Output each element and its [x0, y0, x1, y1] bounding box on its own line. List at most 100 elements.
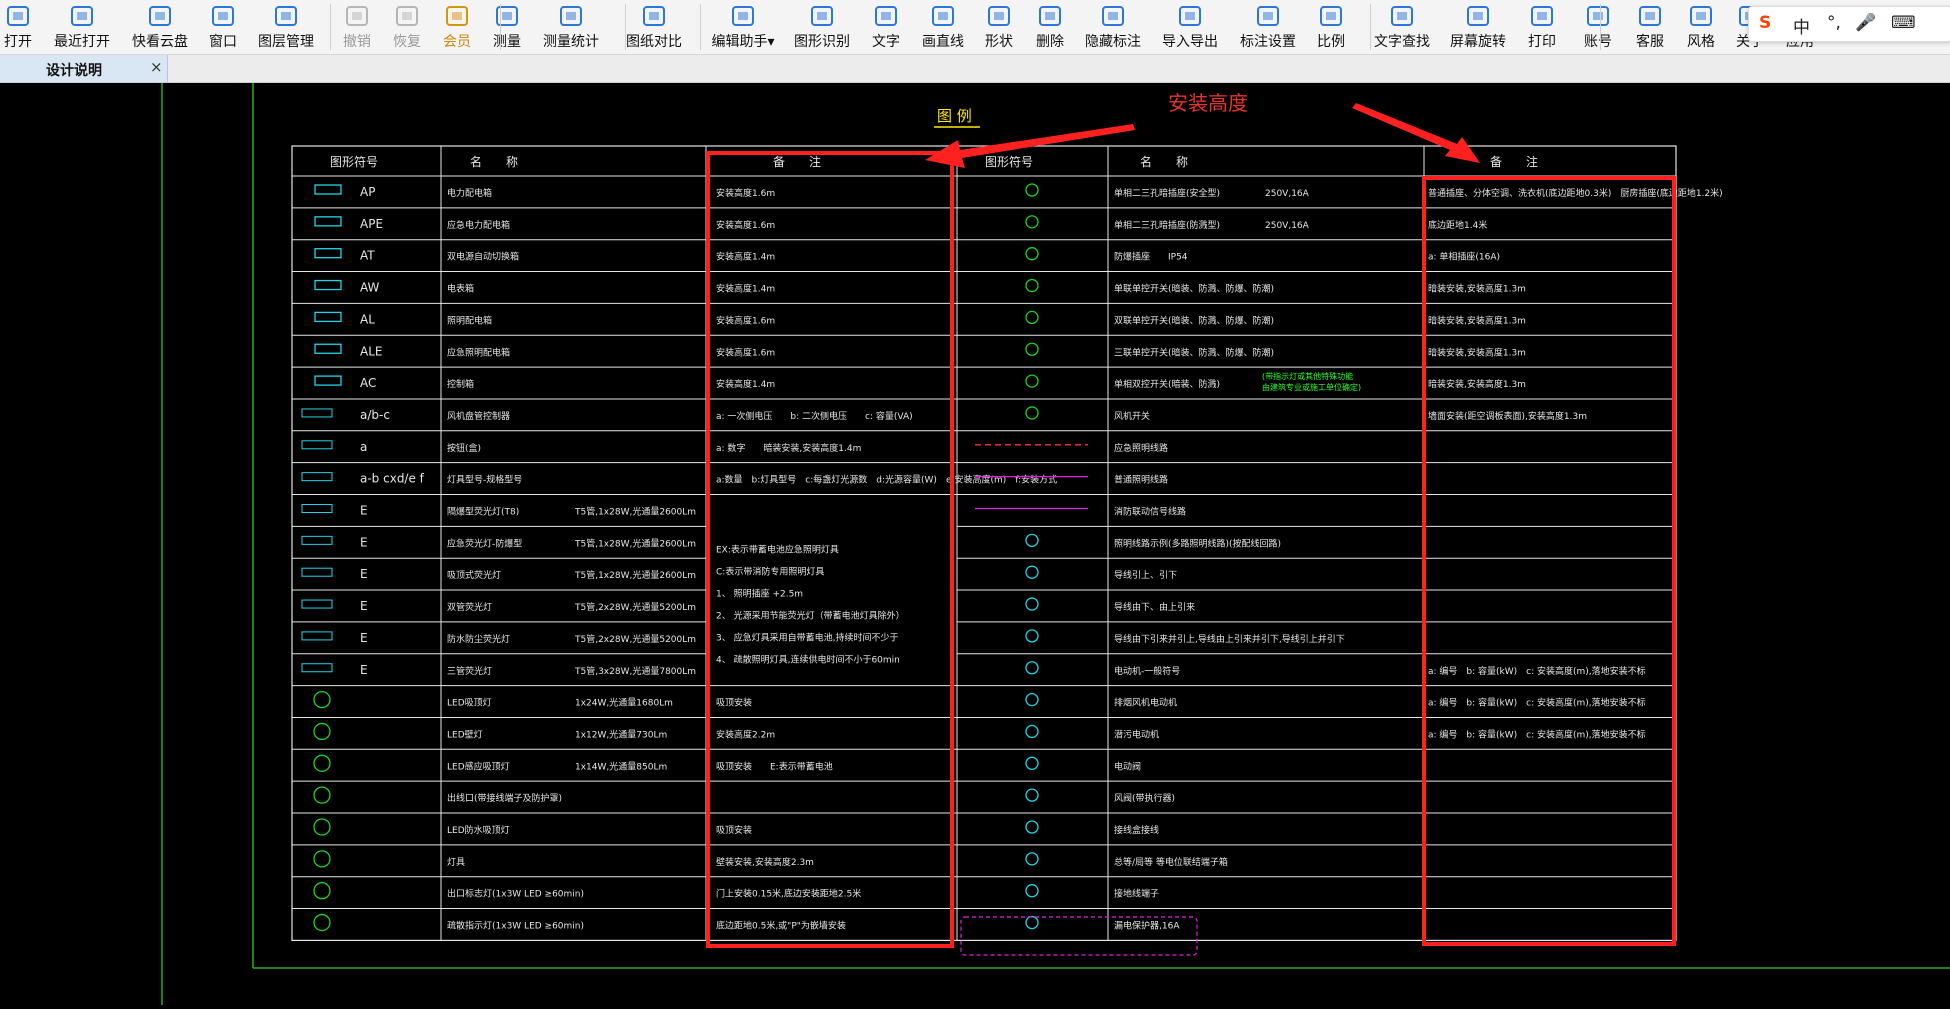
legend-note: 安装高度2.2m: [716, 728, 775, 740]
legend-note-block: 1、 照明插座 +2.5m: [716, 587, 803, 599]
legend-spec: T5管,1x28W,光通量2600Lm: [574, 506, 696, 518]
toolbar-label: 风格: [1687, 34, 1715, 50]
legend-note: a: 编号 b: 容量(kW) c: 安装高度(m),落地安装不标: [1428, 665, 1646, 677]
history-icon: [67, 3, 97, 29]
symbol-code: a/b-c: [360, 408, 390, 422]
symbol-device: [1025, 661, 1039, 675]
toolbar-label: 打开: [4, 34, 32, 50]
ime-toolbar[interactable]: S 中 °, 🎤 ⌨: [1748, 6, 1950, 42]
main-toolbar: 打开 最近打开 快看云盘 窗口 图层管理 撤销 恢复 会员 测量 测量统计 图纸对比 编辑助手▾ 图形识…: [0, 0, 1950, 55]
toolbar-history-button[interactable]: 最近打开: [47, 0, 117, 54]
legend-name: 双联单控开关(暗装、防溅、防爆、防潮): [1114, 314, 1274, 326]
legend-name: 导线由下引来并引上,导线由上引来并引下,导线引上并引下: [1114, 633, 1345, 645]
ime-item[interactable]: ⌨: [1891, 13, 1916, 33]
legend-note: 安装高度1.6m: [716, 219, 775, 231]
undo-icon: [342, 3, 372, 29]
legend-note: 安装高度1.6m: [716, 187, 775, 199]
ruler-icon: [492, 3, 522, 29]
toolbar-ruler-button[interactable]: 测量: [472, 0, 542, 54]
table-header: 图形符号: [985, 154, 1033, 169]
printer-icon: [1527, 3, 1557, 29]
green-note: 由建筑专业或施工单位确定): [1262, 382, 1361, 392]
toolbar-compare-button[interactable]: 图纸对比: [619, 0, 689, 54]
toolbar-eraser-button[interactable]: 删除: [1015, 0, 1085, 54]
text-search-icon: [1387, 3, 1417, 29]
legend-name: 隔爆型荧光灯(T8): [447, 506, 519, 518]
toolbar-label: 图形识别: [794, 34, 850, 50]
measure-stats-icon: [556, 3, 586, 29]
tab-label: 设计说明: [46, 63, 102, 79]
ime-item[interactable]: S: [1759, 13, 1771, 33]
toolbar-label: 账号: [1584, 34, 1612, 50]
legend-name: 接线盒接线: [1114, 824, 1159, 836]
legend-name: 灯具型号-规格型号: [447, 474, 522, 486]
legend-name: 电动机-一般符号: [1114, 665, 1180, 677]
legend-name: LED感应吸顶灯: [447, 760, 510, 772]
legend-name: LED防水吸顶灯: [447, 824, 510, 836]
toolbar-text-search-button[interactable]: 文字查找: [1367, 0, 1437, 54]
drawing-canvas[interactable]: 图 例图形符号名 称备 注图形符号名 称备 注 AP 电力配电箱 安装高度1.6m AP…: [0, 83, 1950, 1005]
symbol-lamp: [313, 818, 331, 836]
toolbar-annotation-settings-button[interactable]: 标注设置: [1233, 0, 1303, 54]
ime-item[interactable]: °,: [1827, 13, 1841, 33]
symbol-box: [301, 599, 333, 609]
cloud-icon: [145, 3, 175, 29]
symbol-device: [1025, 597, 1039, 611]
folder-open-icon: [3, 3, 33, 29]
toolbar-shape-recognize-button[interactable]: 图形识别: [787, 0, 857, 54]
document-tab-bar: 设计说明 ×: [0, 55, 1950, 83]
legend-name: 三管荧光灯: [447, 665, 492, 677]
toolbar-scale-button[interactable]: 比例: [1296, 0, 1366, 54]
legend-name: 潜污电动机: [1114, 728, 1159, 740]
symbol-device: [1025, 692, 1039, 707]
symbol-device: [1025, 183, 1039, 197]
legend-note: 安装高度1.6m: [716, 314, 775, 326]
legend-note-block: 2、 光源采用节能荧光灯（带蓄电池灯具除外）: [716, 609, 905, 621]
ime-item[interactable]: 中: [1793, 13, 1810, 38]
symbol-code: AT: [360, 249, 375, 263]
tab-design-notes[interactable]: 设计说明 ×: [0, 55, 168, 82]
rotate-screen-icon: [1463, 3, 1493, 29]
toolbar-layers-button[interactable]: 图层管理: [251, 0, 321, 54]
toolbar-cloud-button[interactable]: 快看云盘: [125, 0, 195, 54]
legend-name: 出线口(带接线端子及防护罩): [447, 792, 562, 804]
legend-name: 单相双控开关(暗装、防溅): [1114, 378, 1220, 390]
shape-icon: [984, 3, 1014, 29]
toolbar-separator: [1370, 4, 1371, 50]
symbol-code: E: [360, 504, 368, 518]
legend-name: 按钮(盒): [447, 442, 481, 454]
symbol-device: [1025, 406, 1039, 420]
symbol-box: [301, 472, 333, 482]
toolbar-import-export-button[interactable]: 导入导出: [1155, 0, 1225, 54]
symbol-code: AC: [360, 376, 376, 390]
symbol-box: [314, 375, 342, 386]
toolbar-window-button[interactable]: 窗口: [188, 0, 258, 54]
toolbar-measure-stats-button[interactable]: 测量统计: [536, 0, 606, 54]
ime-item[interactable]: 🎤: [1855, 13, 1876, 33]
symbol-device: [1025, 247, 1039, 261]
legend-name: 吸顶式荧光灯: [447, 569, 501, 581]
arrow-right-icon: [1352, 103, 1480, 163]
legend-note-block: C:表示带消防专用照明灯具: [716, 565, 824, 577]
symbol-box: [314, 248, 342, 259]
toolbar-folder-open-button[interactable]: 打开: [0, 0, 53, 54]
legend-note: 壁装安装,安装高度2.3m: [716, 856, 814, 868]
legend-name: 风机开关: [1114, 410, 1150, 422]
legend-note: 安装高度1.6m: [716, 346, 775, 358]
close-icon[interactable]: ×: [150, 58, 163, 76]
toolbar-label: 恢复: [393, 34, 421, 50]
symbol-device: [1025, 215, 1039, 229]
symbol-box: [301, 408, 333, 418]
cad-drawing[interactable]: 图 例图形符号名 称备 注图形符号名 称备 注AP 电力配电箱 安装高度1.6mAP…: [0, 83, 1950, 1005]
toolbar-hide-annotation-button[interactable]: 隐藏标注: [1078, 0, 1148, 54]
legend-name: 双电源自动切换箱: [447, 251, 519, 263]
legend-note: 安装高度1.4m: [716, 251, 775, 263]
legend-name: 风阀(带执行器): [1114, 792, 1175, 804]
table-header: 备 注: [773, 154, 821, 169]
legend-spec: 1x14W,光通量850Lm: [575, 760, 667, 772]
toolbar-label: 撤销: [343, 34, 371, 50]
toolbar-edit-assistant-button[interactable]: 编辑助手▾: [708, 0, 778, 54]
legend-name: 电力配电箱: [447, 187, 492, 199]
symbol-device: [1025, 915, 1039, 930]
toolbar-rotate-screen-button[interactable]: 屏幕旋转: [1443, 0, 1513, 54]
